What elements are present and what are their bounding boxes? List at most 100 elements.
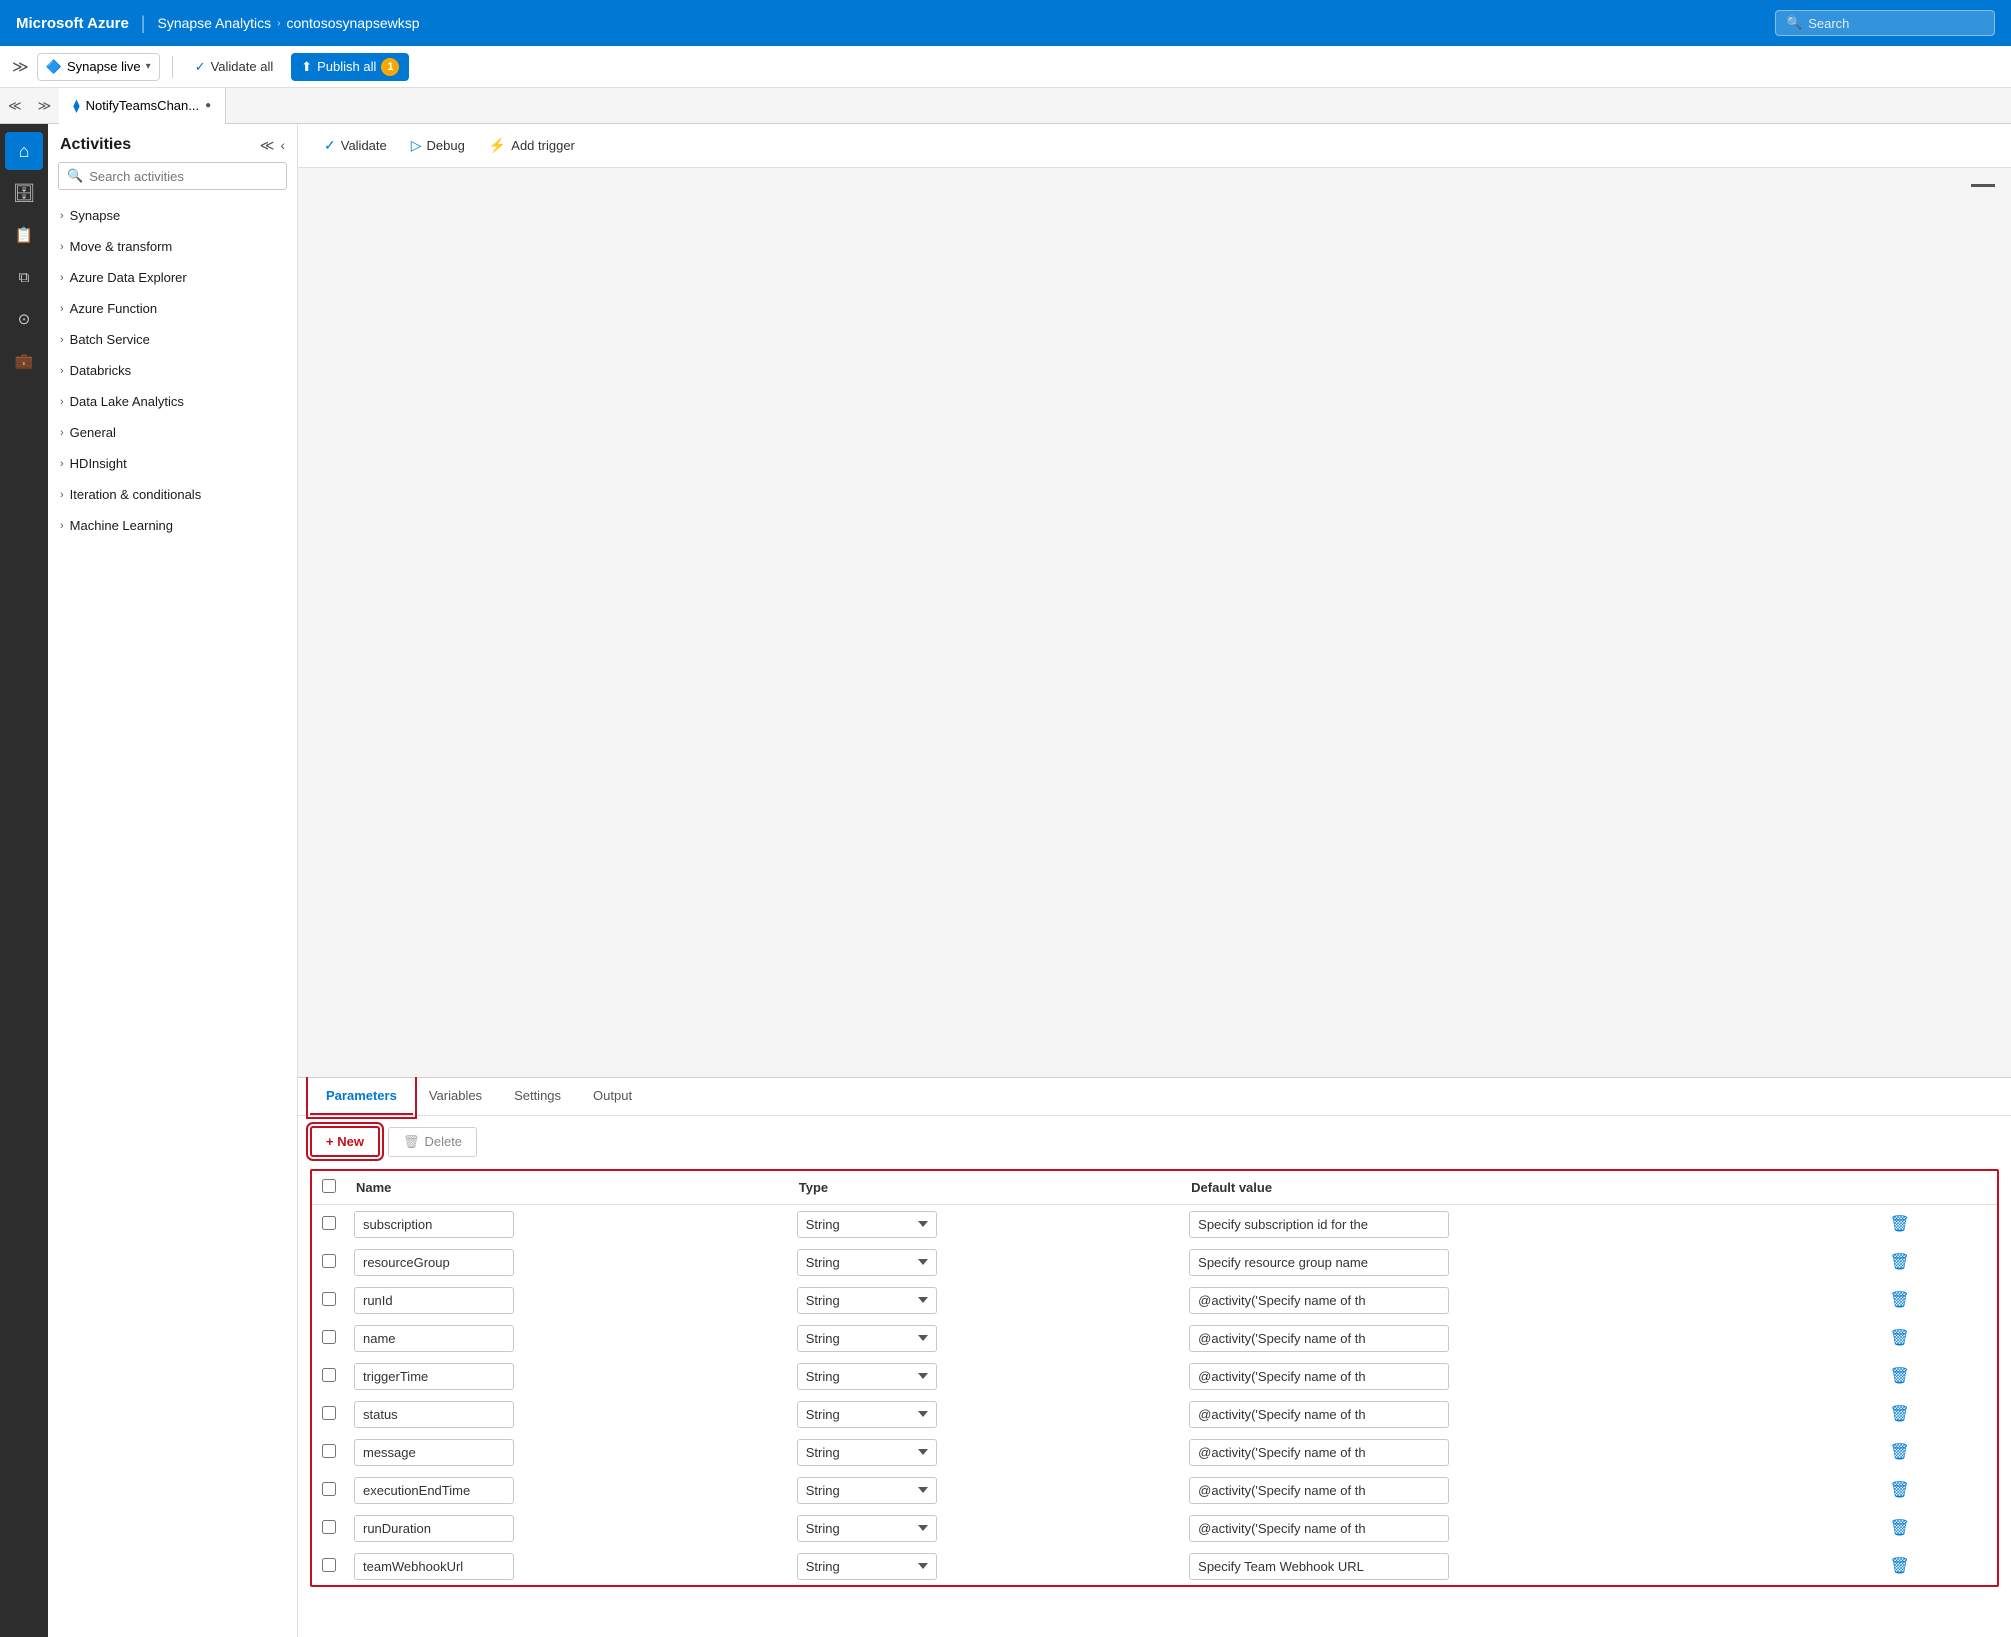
param-type-select[interactable]: StringIntFloatBoolArrayObjectSecureStrin… [797,1325,937,1352]
row-delete-button[interactable]: 🗑 [1883,1362,1915,1390]
param-name-input[interactable] [354,1553,514,1580]
activity-group-general[interactable]: › General [48,417,297,448]
row-checkbox[interactable] [322,1444,336,1458]
param-type-select[interactable]: StringIntFloatBoolArrayObjectSecureStrin… [797,1363,937,1390]
sidebar-item-home[interactable]: ⌂ [5,132,43,170]
param-type-select[interactable]: StringIntFloatBoolArrayObjectSecureStrin… [797,1211,937,1238]
tab-scroll-right[interactable]: ≫ [30,98,60,114]
param-default-input[interactable] [1189,1553,1449,1580]
param-default-input[interactable] [1189,1287,1449,1314]
row-delete-button[interactable]: 🗑 [1883,1286,1915,1314]
search-activities-input[interactable] [89,169,278,184]
activity-group-databricks[interactable]: › Databricks [48,355,297,386]
pipeline-tab[interactable]: ⧫ NotifyTeamsChan... ● [59,88,226,124]
row-delete-button[interactable]: 🗑 [1883,1438,1915,1466]
validate-label: Validate [341,138,387,153]
row-delete-button[interactable]: 🗑 [1883,1552,1915,1580]
activity-group-hdinsight[interactable]: › HDInsight [48,448,297,479]
new-button[interactable]: + New [310,1126,380,1157]
row-delete-button[interactable]: 🗑 [1883,1400,1915,1428]
activity-group-iteration-conditionals[interactable]: › Iteration & conditionals [48,479,297,510]
select-all-checkbox[interactable] [322,1179,336,1193]
row-checkbox[interactable] [322,1254,336,1268]
param-type-select[interactable]: StringIntFloatBoolArrayObjectSecureStrin… [797,1287,937,1314]
validate-all-button[interactable]: ✓ Validate all [185,54,284,80]
sidebar-item-monitor[interactable]: ⊙ [5,300,43,338]
param-name-input[interactable] [354,1515,514,1542]
row-checkbox[interactable] [322,1558,336,1572]
param-default-input[interactable] [1189,1211,1449,1238]
activity-group-synapse[interactable]: › Synapse [48,200,297,231]
chevron-right-icon: › [60,520,64,532]
breadcrumb: Synapse Analytics › contososynapsewksp [157,15,419,31]
sidebar-item-briefcase[interactable]: 💼 [5,342,43,380]
param-name-input[interactable] [354,1401,514,1428]
collapse-up-icon[interactable]: ‹ [280,137,285,154]
row-delete-button[interactable]: 🗑 [1883,1248,1915,1276]
search-box[interactable]: 🔍 [58,162,287,190]
activity-group-data-lake-analytics[interactable]: › Data Lake Analytics [48,386,297,417]
nav-workspace[interactable]: contososynapsewksp [286,15,419,31]
param-name-input[interactable] [354,1439,514,1466]
param-type-select[interactable]: StringIntFloatBoolArrayObjectSecureStrin… [797,1249,937,1276]
param-name-input[interactable] [354,1211,514,1238]
activity-group-batch-service[interactable]: › Batch Service [48,324,297,355]
synapse-icon: 🔷 [46,59,62,75]
debug-button[interactable]: ▷ Debug [401,131,475,160]
tab-scroll-left[interactable]: ≪ [0,98,30,114]
row-delete-button[interactable]: 🗑 [1883,1476,1915,1504]
collapse-left-icon[interactable]: ≪ [260,137,275,154]
row-checkbox[interactable] [322,1368,336,1382]
param-default-input[interactable] [1189,1363,1449,1390]
activity-group-azure-function[interactable]: › Azure Function [48,293,297,324]
param-name-input[interactable] [354,1363,514,1390]
param-default-input[interactable] [1189,1249,1449,1276]
activity-group-move-transform[interactable]: › Move & transform [48,231,297,262]
row-checkbox[interactable] [322,1406,336,1420]
row-delete-button[interactable]: 🗑 [1883,1514,1915,1542]
delete-button[interactable]: 🗑 Delete [388,1127,477,1157]
chevron-right-icon: › [60,427,64,439]
synapse-live-dropdown[interactable]: 🔷 Synapse live ▾ [37,53,160,81]
param-default-input[interactable] [1189,1515,1449,1542]
debug-label: Debug [427,138,465,153]
param-default-input[interactable] [1189,1477,1449,1504]
param-type-select[interactable]: StringIntFloatBoolArrayObjectSecureStrin… [797,1477,937,1504]
row-checkbox[interactable] [322,1330,336,1344]
tab-variables[interactable]: Variables [413,1078,498,1115]
row-delete-button[interactable]: 🗑 [1883,1210,1915,1238]
row-checkbox[interactable] [322,1216,336,1230]
row-checkbox[interactable] [322,1482,336,1496]
param-type-select[interactable]: StringIntFloatBoolArrayObjectSecureStrin… [797,1439,937,1466]
sidebar-item-database[interactable]: 🗄 [5,174,43,212]
tab-output[interactable]: Output [577,1078,648,1115]
row-checkbox[interactable] [322,1520,336,1534]
global-search[interactable]: 🔍 Search [1775,10,1995,36]
param-type-select[interactable]: StringIntFloatBoolArrayObjectSecureStrin… [797,1515,937,1542]
param-type-select[interactable]: StringIntFloatBoolArrayObjectSecureStrin… [797,1401,937,1428]
validate-button[interactable]: ✓ Validate [314,131,397,160]
row-checkbox[interactable] [322,1292,336,1306]
tab-settings[interactable]: Settings [498,1078,577,1115]
param-name-input[interactable] [354,1249,514,1276]
add-trigger-button[interactable]: ⚡ Add trigger [479,131,585,160]
row-delete-button[interactable]: 🗑 [1883,1324,1915,1352]
activity-group-azure-data-explorer[interactable]: › Azure Data Explorer [48,262,297,293]
param-default-input[interactable] [1189,1325,1449,1352]
chevron-right-icon: › [60,210,64,222]
activity-group-machine-learning[interactable]: › Machine Learning [48,510,297,541]
collapse-icon[interactable]: ≫ [12,57,29,77]
param-name-input[interactable] [354,1325,514,1352]
param-default-input[interactable] [1189,1401,1449,1428]
param-default-input[interactable] [1189,1439,1449,1466]
param-name-input[interactable] [354,1287,514,1314]
nav-app[interactable]: Synapse Analytics [157,15,271,31]
sidebar-item-document[interactable]: 📋 [5,216,43,254]
sidebar-item-layers[interactable]: ⧉ [5,258,43,296]
param-name-input[interactable] [354,1477,514,1504]
default-value-header: Default value [1181,1171,1875,1205]
tab-parameters[interactable]: Parameters [310,1078,413,1115]
param-type-select[interactable]: StringIntFloatBoolArrayObjectSecureStrin… [797,1553,937,1580]
group-label: Databricks [70,363,131,378]
publish-all-button[interactable]: ⬆ Publish all 1 [291,53,409,81]
